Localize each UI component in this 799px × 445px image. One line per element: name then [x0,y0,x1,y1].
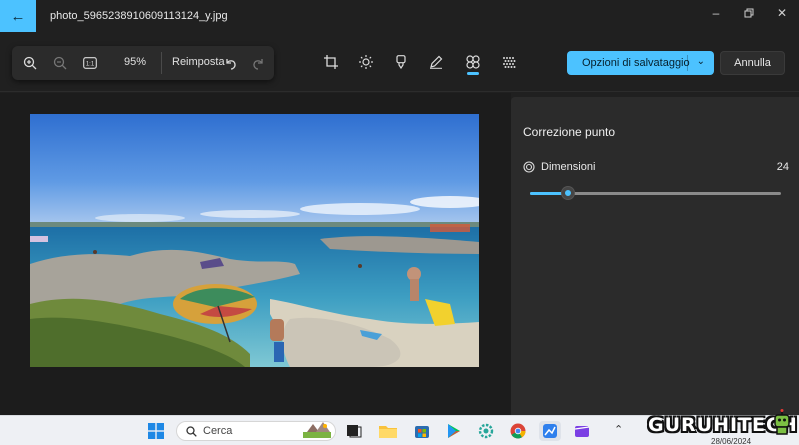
arrow-left-icon: ← [10,7,26,25]
actual-size-icon: 1:1 [83,57,97,69]
close-icon: ✕ [776,6,788,20]
divider [161,52,162,74]
split-divider [687,55,688,71]
reset-button[interactable]: Reimposta [172,56,225,68]
background-blur-icon [503,57,516,68]
adjust-tool-button[interactable] [354,50,378,74]
zoom-in-icon [23,56,37,70]
crop-tool-button[interactable] [319,50,343,74]
zoom-controls: 1:1 95% Reimposta [12,46,274,80]
search-placeholder: Cerca [203,425,233,437]
target-icon [523,161,535,173]
crop-icon [324,55,338,69]
chevron-down-icon[interactable]: ⌄ [697,56,705,67]
panel-title: Correzione punto [523,125,616,139]
photos-app-button[interactable] [539,421,561,441]
spot-fix-panel: Correzione punto Dimensioni 24 [511,97,799,415]
folder-icon [379,426,397,438]
play-store-button[interactable] [443,421,465,441]
photos-icon [543,424,557,438]
title-bar: ← photo_5965238910609113124_y.jpg – ✕ [0,0,799,34]
video-editor-icon [574,426,590,437]
beach-photo-image [30,114,479,367]
actual-size-button[interactable]: 1:1 [78,51,102,75]
watermark-logo: GURUHITECH 28/06/2024 [634,409,797,445]
edited-photo[interactable] [30,114,479,367]
brush-size-row: Dimensioni 24 [523,160,789,176]
clipchamp-button[interactable] [571,421,593,441]
pen-icon [430,55,443,69]
restore-button[interactable] [736,4,762,22]
undo-button[interactable] [218,51,242,75]
settings-app-button[interactable] [475,421,497,441]
back-button[interactable]: ← [0,0,36,32]
file-explorer-button[interactable] [377,421,399,441]
windows-logo-icon [148,423,164,439]
taskbar-search[interactable]: Cerca [176,421,336,441]
spot-fix-icon [466,55,480,69]
gear-icon [478,423,494,439]
task-view-button[interactable] [343,421,365,441]
filter-icon [396,55,406,69]
start-button[interactable] [145,421,167,441]
image-canvas[interactable] [0,93,511,415]
zoom-in-button[interactable] [18,51,42,75]
cancel-button[interactable]: Annulla [720,51,785,75]
filter-tool-button[interactable] [389,50,413,74]
minimize-icon: – [712,6,720,20]
minimize-button[interactable]: – [703,4,729,22]
chrome-icon [510,423,526,439]
svg-text:1:1: 1:1 [86,62,95,68]
save-options-button[interactable]: Opzioni di salvataggio ⌄ [567,51,714,75]
brush-size-value: 24 [776,161,789,173]
window-title: photo_5965238910609113124_y.jpg [50,10,228,22]
undo-icon [225,58,236,70]
search-icon [186,426,197,437]
markup-tool-button[interactable] [424,50,448,74]
active-tool-indicator [467,72,479,75]
widgets-icon [301,420,333,440]
brush-size-label: Dimensioni [541,161,596,173]
tray-chevron-up-icon[interactable]: ⌃ [614,423,623,436]
chrome-button[interactable] [507,421,529,441]
restore-icon [744,8,754,18]
close-button[interactable]: ✕ [769,4,795,22]
zoom-level: 95% [124,56,147,68]
zoom-out-button[interactable] [48,51,72,75]
redo-button[interactable] [246,51,270,75]
watermark-date: 28/06/2024 [711,437,752,445]
zoom-out-icon [53,56,67,70]
redo-icon [252,58,263,70]
store-button[interactable] [411,421,433,441]
play-icon [448,424,460,438]
spot-fix-tool-button[interactable] [461,50,485,74]
task-view-icon [347,425,362,438]
robot-mascot-icon [774,409,790,435]
brush-size-slider[interactable] [530,187,781,199]
brightness-icon [359,55,373,69]
save-options-label: Opzioni di salvataggio [582,57,690,69]
background-tool-button[interactable] [497,50,521,74]
slider-thumb[interactable] [561,187,574,199]
store-icon [415,426,429,438]
